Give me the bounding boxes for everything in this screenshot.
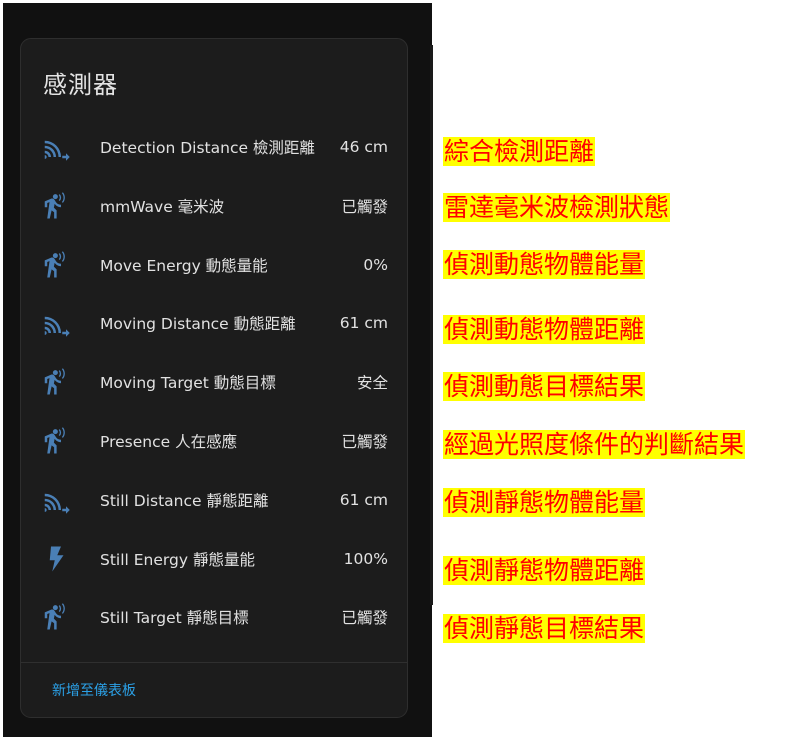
annotation-label: 綜合檢測距離 bbox=[443, 137, 596, 166]
sensor-row-detection-distance[interactable]: Detection Distance 檢測距離 46 cm bbox=[21, 118, 407, 176]
annotation-label: 偵測動態物體距離 bbox=[443, 315, 646, 344]
sensor-value: 已觸發 bbox=[341, 198, 388, 216]
annotation-label: 經過光照度條件的判斷結果 bbox=[443, 430, 746, 459]
lightning-bolt-icon bbox=[41, 544, 71, 574]
sensor-name: Detection Distance 檢測距離 bbox=[100, 139, 315, 157]
motion-sensor-icon bbox=[41, 602, 71, 632]
annotation-label: 偵測動態目標結果 bbox=[443, 372, 646, 401]
sensor-value: 安全 bbox=[356, 374, 388, 392]
sensor-row-moving-target[interactable]: Moving Target 動態目標 安全 bbox=[21, 353, 407, 411]
sensor-name: Still Energy 靜態量能 bbox=[100, 551, 255, 569]
sensors-card: 感測器 Detection Distance 檢測距離 46 cm mmWave… bbox=[20, 38, 408, 718]
sensor-value: 61 cm bbox=[339, 491, 388, 509]
sensor-row-still-energy[interactable]: Still Energy 靜態量能 100% bbox=[21, 530, 407, 588]
sensor-name: Still Target 靜態目標 bbox=[100, 609, 249, 627]
annotation-label: 偵測靜態物體能量 bbox=[443, 488, 646, 517]
sensor-value: 已觸發 bbox=[341, 433, 388, 451]
add-to-dashboard-button[interactable]: 新增至儀表板 bbox=[52, 680, 136, 700]
card-title: 感測器 bbox=[43, 71, 118, 99]
signal-distance-icon bbox=[41, 132, 71, 162]
motion-sensor-icon bbox=[41, 426, 71, 456]
sensor-row-mmwave[interactable]: mmWave 毫米波 已觸發 bbox=[21, 177, 407, 235]
sensor-row-still-distance[interactable]: Still Distance 靜態距離 61 cm bbox=[21, 471, 407, 529]
motion-sensor-icon bbox=[41, 250, 71, 280]
annotation-label: 偵測靜態目標結果 bbox=[443, 614, 646, 643]
motion-sensor-icon bbox=[41, 191, 71, 221]
sensor-value: 已觸發 bbox=[341, 609, 388, 627]
sensor-name: Presence 人在感應 bbox=[100, 433, 238, 451]
sensor-name: Still Distance 靜態距離 bbox=[100, 492, 269, 510]
sensor-value: 100% bbox=[343, 550, 388, 568]
adjacent-panel-edge bbox=[430, 45, 433, 605]
sensor-row-presence[interactable]: Presence 人在感應 已觸發 bbox=[21, 412, 407, 470]
sensor-row-move-energy[interactable]: Move Energy 動態量能 0% bbox=[21, 236, 407, 294]
signal-distance-icon bbox=[41, 485, 71, 515]
sensor-row-moving-distance[interactable]: Moving Distance 動態距離 61 cm bbox=[21, 294, 407, 352]
sensor-name: Moving Distance 動態距離 bbox=[100, 315, 296, 333]
sensor-row-still-target[interactable]: Still Target 靜態目標 已觸發 bbox=[21, 588, 407, 646]
sensor-value: 61 cm bbox=[339, 314, 388, 332]
sensor-name: Moving Target 動態目標 bbox=[100, 374, 276, 392]
annotation-label: 雷達毫米波檢測狀態 bbox=[443, 193, 671, 222]
signal-distance-icon bbox=[41, 308, 71, 338]
annotation-label: 偵測靜態物體距離 bbox=[443, 556, 646, 585]
sensor-name: mmWave 毫米波 bbox=[100, 198, 225, 216]
card-divider bbox=[21, 662, 407, 663]
sensor-name: Move Energy 動態量能 bbox=[100, 257, 268, 275]
sensor-value: 46 cm bbox=[339, 138, 388, 156]
annotation-label: 偵測動態物體能量 bbox=[443, 250, 646, 279]
sensor-value: 0% bbox=[363, 256, 388, 274]
motion-sensor-icon bbox=[41, 367, 71, 397]
